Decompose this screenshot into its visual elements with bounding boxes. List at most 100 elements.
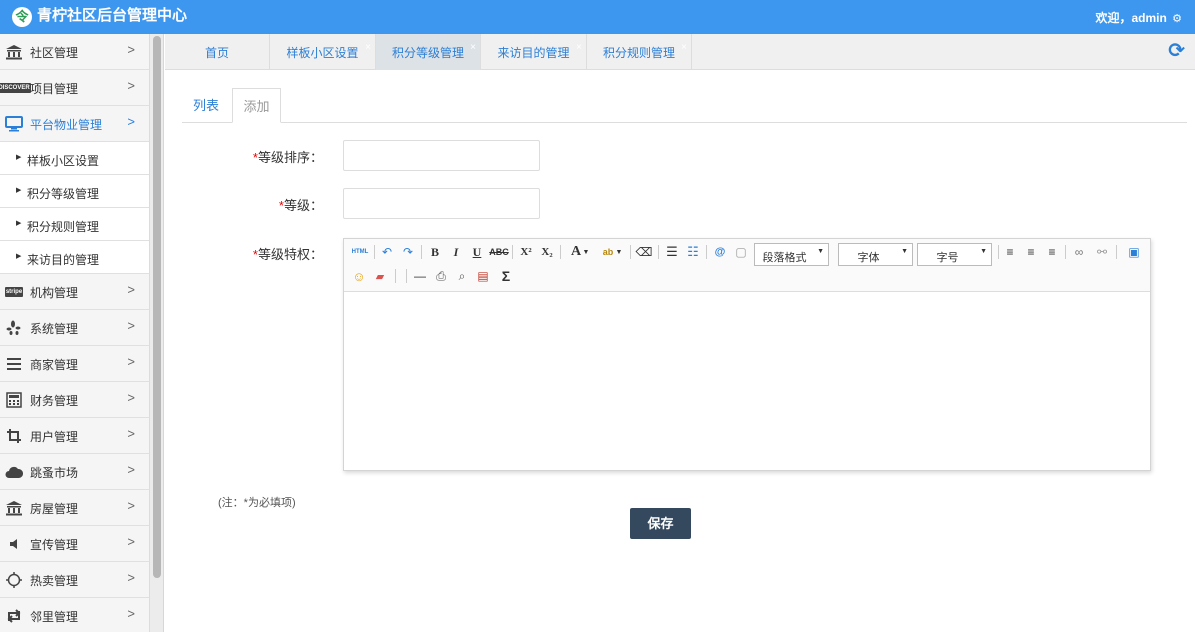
tab-label: 积分规则管理	[602, 46, 675, 60]
tab-sample-community[interactable]: 样板小区设置 ×	[270, 34, 376, 70]
ordered-list-icon[interactable]: ☰	[663, 243, 681, 261]
font-family-select[interactable]: 字体 ▼	[838, 243, 913, 266]
page-icon[interactable]: ▢	[732, 243, 750, 261]
close-icon[interactable]: ×	[365, 43, 371, 53]
unlink-icon[interactable]: ⚯	[1093, 243, 1111, 261]
chevron-down-icon[interactable]: ▼	[581, 243, 591, 261]
sidebar: 社区管理 > DISCOVER 项目管理 > 平台物业管理 > ▶ 样板小区设置…	[0, 34, 150, 632]
paste-icon[interactable]: ▤	[474, 267, 492, 285]
discover-card-icon: DISCOVER	[0, 79, 31, 97]
level-sort-input[interactable]	[343, 140, 540, 171]
refresh-icon[interactable]: ⟳	[1168, 39, 1185, 63]
scrollbar-thumb[interactable]	[153, 36, 161, 578]
align-right-icon[interactable]: ≡	[1043, 243, 1061, 261]
print-icon[interactable]: ⎙	[432, 267, 450, 285]
image-icon[interactable]: ▰	[371, 267, 389, 285]
sidebar-item-hot-sale[interactable]: 热卖管理 >	[0, 562, 149, 598]
sidebar-subitem-points-rules[interactable]: ▶ 积分规则管理	[0, 208, 149, 241]
sidebar-subitem-visit-purpose[interactable]: ▶ 来访目的管理	[0, 241, 149, 274]
toolbar-separator	[998, 245, 999, 259]
editor-toolbar: HTML ↶ ↷ B I U ABC X² X₂ A ▼ ab ▼ ⌫ ☰ ☷ …	[344, 239, 1150, 292]
redo-icon[interactable]: ↷	[399, 243, 417, 261]
fullscreen-icon[interactable]: ▣	[1125, 243, 1143, 261]
form-tabs: 列表 添加	[182, 88, 1187, 123]
eraser-icon[interactable]: ⌫	[635, 243, 653, 261]
sidebar-item-organization[interactable]: stripe 机构管理 >	[0, 274, 149, 310]
toolbar-separator	[706, 245, 707, 259]
chevron-down-icon[interactable]: ▼	[614, 243, 624, 261]
chevron-right-icon: >	[127, 606, 135, 621]
rich-text-editor[interactable]: HTML ↶ ↷ B I U ABC X² X₂ A ▼ ab ▼ ⌫ ☰ ☷ …	[343, 238, 1151, 471]
strikethrough-icon[interactable]: ABC	[489, 243, 509, 261]
sidebar-item-system[interactable]: 系统管理 >	[0, 310, 149, 346]
sidebar-item-flea-market[interactable]: 跳蚤市场 >	[0, 454, 149, 490]
tab-points-rules[interactable]: 积分规则管理 ×	[587, 34, 692, 70]
formula-icon[interactable]: Σ	[497, 267, 515, 285]
horizontal-rule-icon[interactable]: —	[411, 267, 429, 285]
user-menu[interactable]: 欢迎，admin ⚙	[1095, 9, 1182, 26]
desktop-icon	[4, 115, 24, 133]
chevron-right-icon: >	[127, 282, 135, 297]
font-size-select[interactable]: 字号 ▼	[917, 243, 992, 266]
chevron-right-icon: >	[127, 78, 135, 93]
save-button[interactable]: 保存	[630, 508, 691, 539]
toolbar-separator	[1116, 245, 1117, 259]
sidebar-item-label: 邻里管理	[30, 610, 79, 624]
gear-icon[interactable]: ⚙	[1172, 13, 1182, 25]
tab-points-level[interactable]: 积分等级管理 ×	[376, 34, 481, 70]
sidebar-item-finance[interactable]: 财务管理 >	[0, 382, 149, 418]
sidebar-item-merchant[interactable]: 商家管理 >	[0, 346, 149, 382]
align-center-icon[interactable]: ≡	[1022, 243, 1040, 261]
sidebar-item-neighborhood[interactable]: 邻里管理 >	[0, 598, 149, 632]
anchor-icon[interactable]: @	[711, 243, 729, 261]
page-tabs: 首页 样板小区设置 × 积分等级管理 × 来访目的管理 × 积分规则管理 × ⟳	[165, 34, 1195, 70]
editor-body[interactable]	[344, 293, 1150, 470]
sidebar-item-housing[interactable]: 房屋管理 >	[0, 490, 149, 526]
html-source-button[interactable]: HTML	[349, 243, 371, 261]
sidebar-item-community[interactable]: 社区管理 >	[0, 34, 149, 70]
sidebar-subitem-label: 来访目的管理	[27, 253, 100, 267]
sidebar-subitem-points-level[interactable]: ▶ 积分等级管理	[0, 175, 149, 208]
subscript-icon[interactable]: X₂	[538, 243, 556, 261]
tab-home[interactable]: 首页	[165, 34, 270, 70]
sidebar-item-platform-property[interactable]: 平台物业管理 >	[0, 106, 149, 142]
close-icon[interactable]: ×	[470, 43, 476, 53]
sidebar-item-label: 热卖管理	[30, 574, 79, 588]
sidebar-subitem-sample-community[interactable]: ▶ 样板小区设置	[0, 142, 149, 175]
sidebar-item-project[interactable]: DISCOVER 项目管理 >	[0, 70, 149, 106]
close-icon[interactable]: ×	[576, 43, 582, 53]
underline-icon[interactable]: U	[468, 243, 486, 261]
select-value: 字体	[857, 252, 880, 264]
unordered-list-icon[interactable]: ☷	[684, 243, 702, 261]
close-icon[interactable]: ×	[681, 43, 687, 53]
toolbar-separator	[395, 269, 396, 283]
sidebar-item-promotion[interactable]: 宣传管理 >	[0, 526, 149, 562]
undo-icon[interactable]: ↶	[378, 243, 396, 261]
preview-icon[interactable]: ⌕	[453, 267, 471, 285]
toolbar-separator	[1065, 245, 1066, 259]
toolbar-separator	[406, 269, 407, 283]
superscript-icon[interactable]: X²	[517, 243, 535, 261]
sidebar-item-label: 房屋管理	[30, 502, 79, 516]
italic-icon[interactable]: I	[447, 243, 465, 261]
select-value: 字号	[936, 252, 959, 264]
chevron-down-icon: ▼	[901, 248, 908, 255]
tab-list[interactable]: 列表	[193, 88, 219, 123]
sidebar-item-label: 平台物业管理	[30, 118, 103, 132]
align-left-icon[interactable]: ≡	[1001, 243, 1019, 261]
tab-visit-purpose[interactable]: 来访目的管理 ×	[481, 34, 587, 70]
link-icon[interactable]: ∞	[1070, 243, 1088, 261]
sidebar-scrollbar[interactable]	[150, 34, 164, 632]
chevron-right-icon: >	[127, 462, 135, 477]
emoticon-icon[interactable]: ☺	[350, 267, 368, 285]
crop-icon	[4, 427, 24, 445]
select-value: 段落格式	[762, 252, 807, 264]
chevron-right-icon: >	[127, 114, 135, 129]
sidebar-item-user[interactable]: 用户管理 >	[0, 418, 149, 454]
yelp-icon	[4, 319, 24, 337]
tab-add[interactable]: 添加	[232, 88, 281, 123]
sidebar-item-label: 机构管理	[30, 286, 79, 300]
paragraph-format-select[interactable]: 段落格式 ▼	[754, 243, 829, 266]
bold-icon[interactable]: B	[426, 243, 444, 261]
level-input[interactable]	[343, 188, 540, 219]
